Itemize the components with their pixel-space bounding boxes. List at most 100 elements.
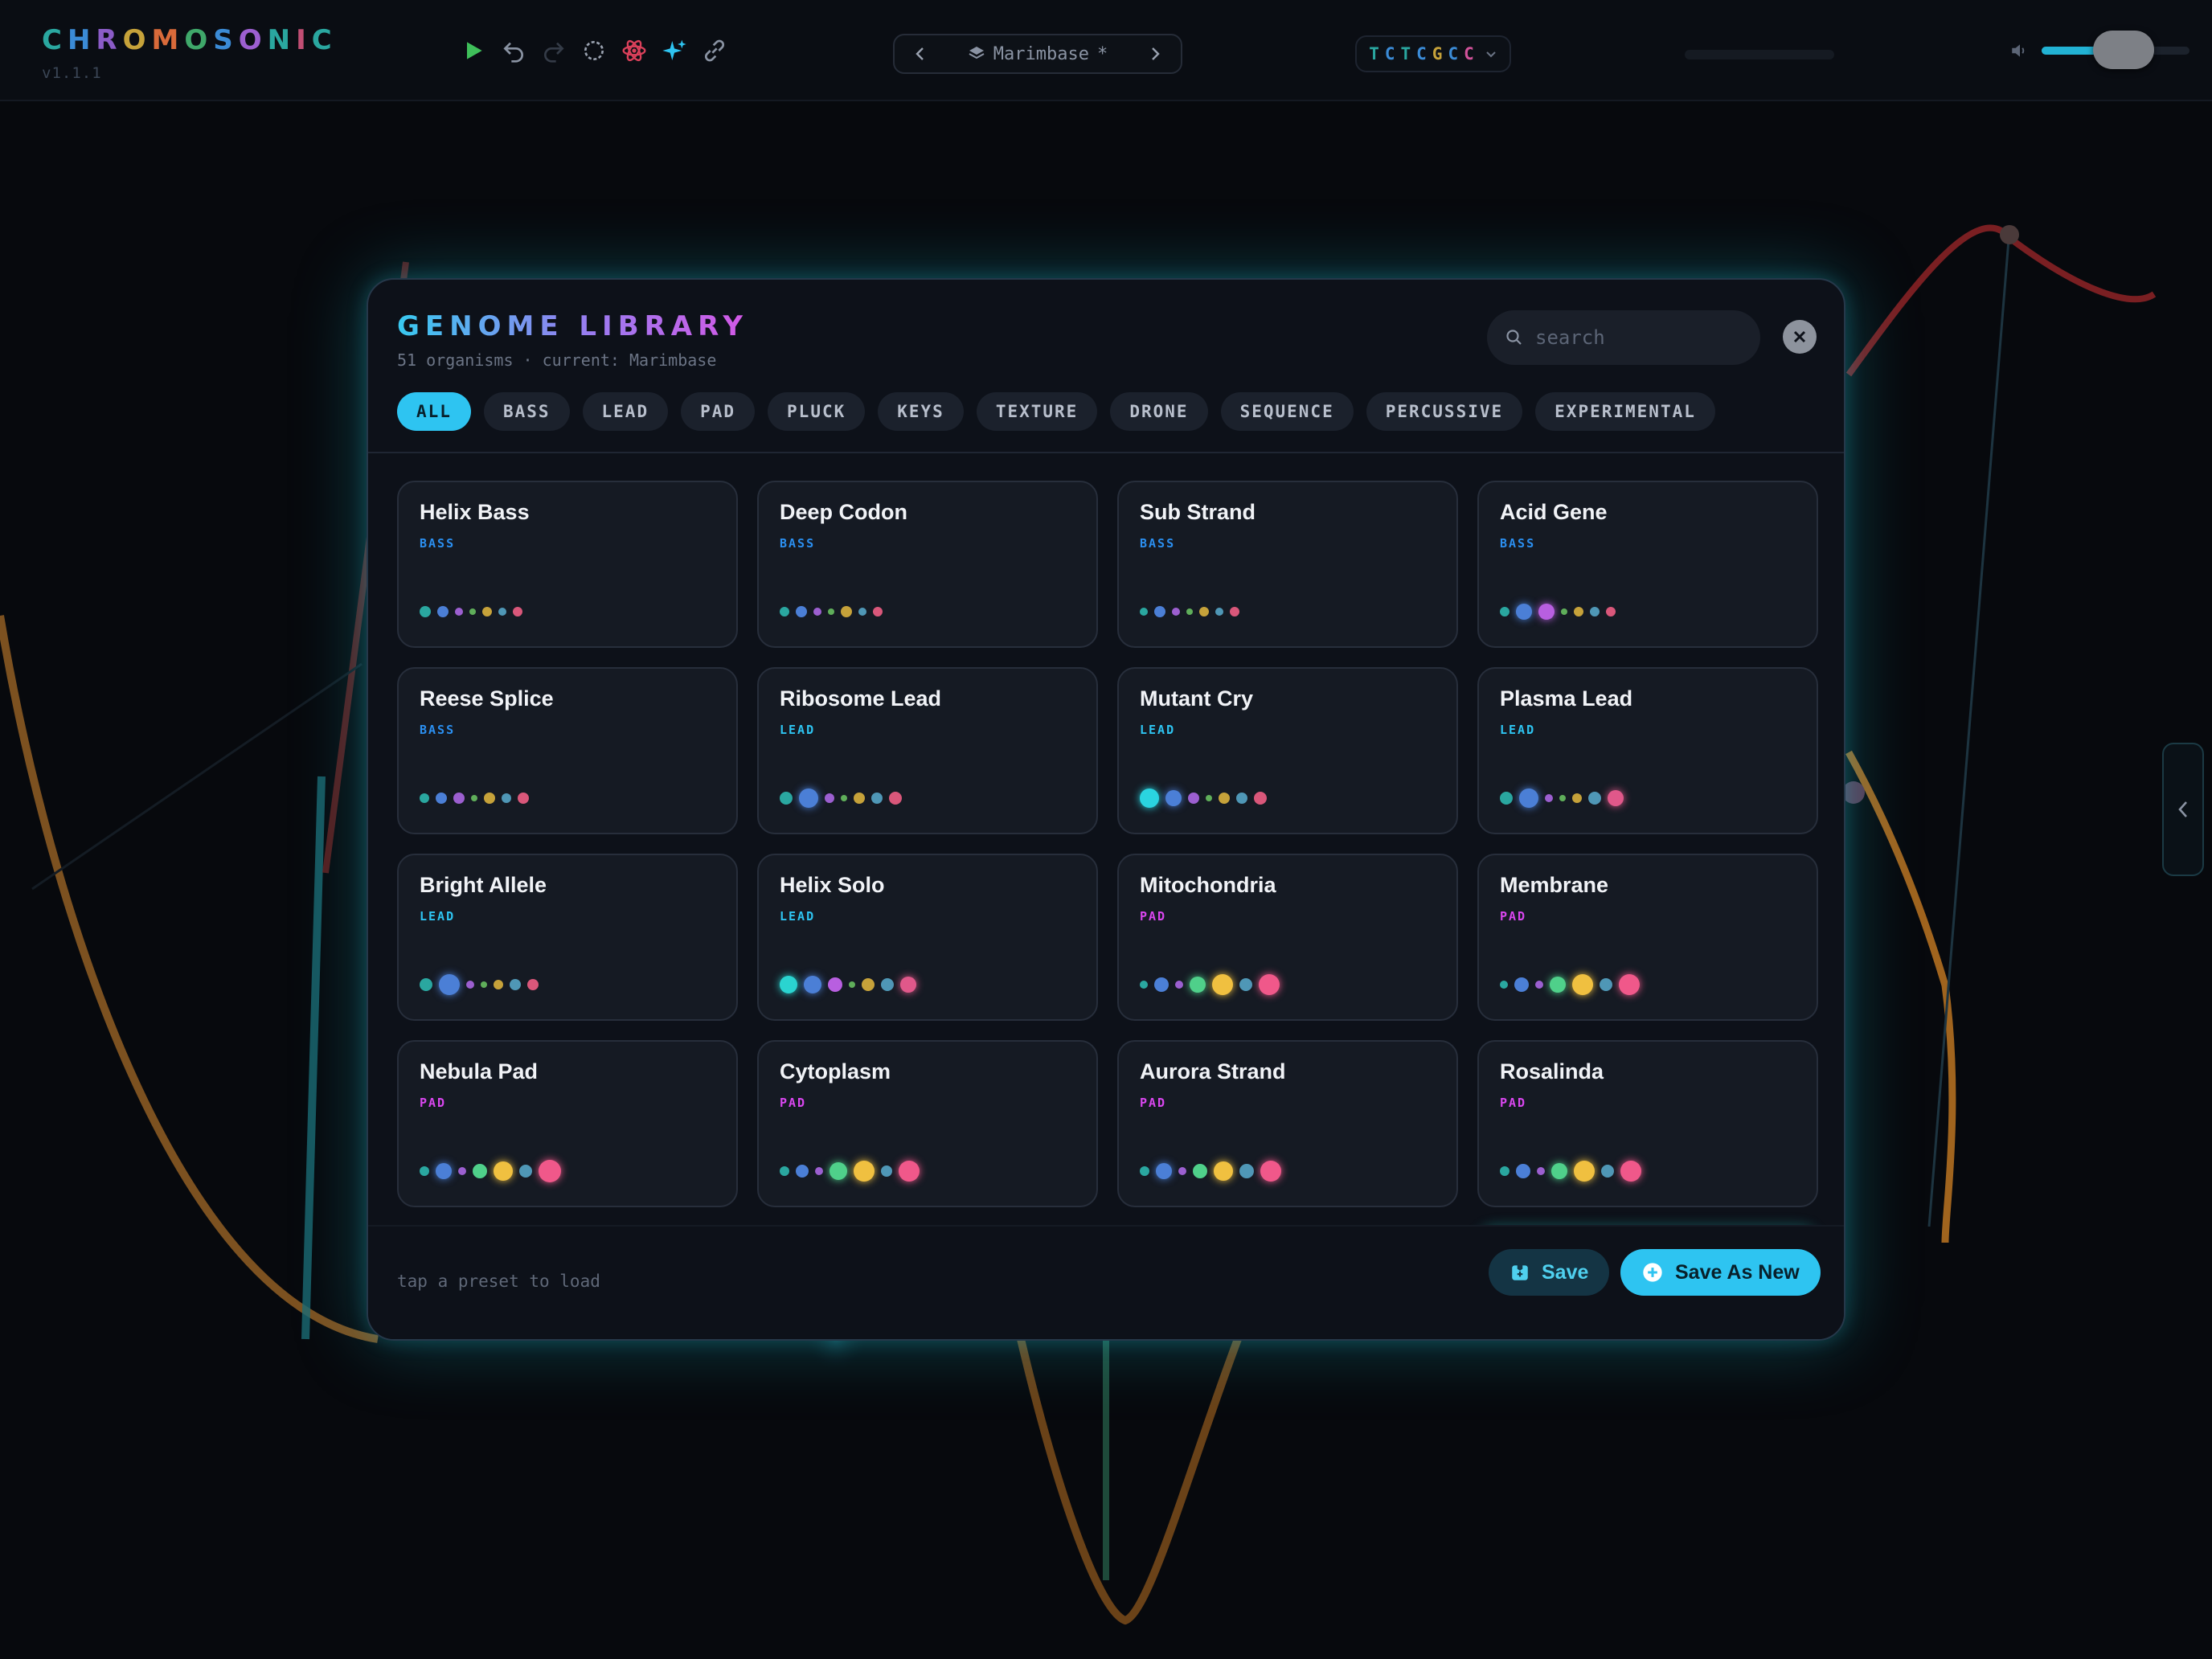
preset-category: BASS	[780, 536, 816, 551]
save-as-new-button[interactable]: Save As New	[1620, 1249, 1821, 1296]
gene-dot	[1537, 1167, 1545, 1175]
playback-progress	[1685, 50, 1834, 59]
gene-dot	[1254, 792, 1267, 805]
gene-dot	[841, 606, 852, 617]
preset-card[interactable]: Mitochondria PAD	[1117, 854, 1458, 1021]
preset-name: Sub Strand	[1140, 500, 1256, 524]
gene-dot	[828, 977, 842, 992]
speaker-icon	[2012, 44, 2025, 57]
filter-chip-all[interactable]: ALL	[397, 392, 471, 431]
gene-dot	[1236, 793, 1247, 804]
preset-category: BASS	[420, 536, 456, 551]
sequence-letters: TCTCGCC	[1369, 44, 1480, 63]
filter-chip-keys[interactable]: KEYS	[878, 392, 964, 431]
randomize-button[interactable]	[661, 37, 688, 64]
top-bar: CHROMOSONIC v1.1.1 Marimbase * T C T C G…	[0, 0, 2212, 101]
preset-card[interactable]: Ribosome Lead LEAD	[757, 667, 1098, 834]
gene-dot	[1574, 607, 1583, 616]
preset-card[interactable]: Membrane PAD	[1477, 854, 1818, 1021]
filter-chip-pluck[interactable]: PLUCK	[768, 392, 866, 431]
gene-dot	[881, 978, 894, 991]
logo-letter: I	[296, 24, 312, 56]
current-preset[interactable]: Marimbase *	[968, 44, 1108, 64]
gene-dot	[1559, 795, 1566, 801]
preset-category: PAD	[420, 1096, 447, 1110]
filter-chip-drone[interactable]: DRONE	[1110, 392, 1208, 431]
next-preset-button[interactable]	[1144, 43, 1166, 65]
logo-letter: M	[151, 24, 185, 56]
play-button[interactable]	[460, 37, 487, 64]
gene-dot	[796, 606, 807, 617]
gene-dot	[1606, 607, 1616, 616]
gene-dot	[458, 1167, 466, 1175]
gene-dot	[1239, 978, 1252, 991]
gene-dot	[1190, 977, 1206, 993]
gene-dot	[1215, 608, 1223, 616]
mutate-button[interactable]	[621, 37, 648, 64]
gene-dot	[841, 795, 847, 801]
gene-dot	[1175, 981, 1183, 989]
side-panel-toggle[interactable]	[2162, 743, 2204, 876]
preset-card[interactable]: Nebula Pad PAD	[397, 1040, 738, 1207]
gene-dot	[854, 793, 865, 804]
filter-chip-lead[interactable]: LEAD	[582, 392, 669, 431]
preset-grid-scroll[interactable]: Helix Bass BASS Deep Codon BASS Sub Strand BA…	[397, 481, 1828, 1235]
preset-card[interactable]: Helix Solo LEAD	[757, 854, 1098, 1021]
preset-card[interactable]: Deep Codon BASS	[757, 481, 1098, 648]
preset-card[interactable]: Helix Bass BASS	[397, 481, 738, 648]
preset-card[interactable]: Bright Allele LEAD	[397, 854, 738, 1021]
gene-dot	[1572, 793, 1582, 803]
preset-card[interactable]: Mutant Cry LEAD	[1117, 667, 1458, 834]
preset-name: Mutant Cry	[1140, 686, 1253, 711]
filter-chip-pad[interactable]: PAD	[681, 392, 756, 431]
preset-card[interactable]: Cytoplasm PAD	[757, 1040, 1098, 1207]
gene-dot	[1214, 1161, 1233, 1181]
gene-dot	[436, 1163, 452, 1179]
preset-category: LEAD	[420, 909, 456, 924]
preset-card[interactable]: Aurora Strand PAD	[1117, 1040, 1458, 1207]
preset-card[interactable]: Reese Splice BASS	[397, 667, 738, 834]
gene-dot	[510, 979, 521, 990]
sequence-base: C	[1464, 44, 1477, 63]
preset-name: Reese Splice	[420, 686, 554, 711]
sequence-base: T	[1400, 44, 1414, 63]
gene-dot	[780, 1166, 789, 1176]
gene-dot	[519, 1165, 532, 1178]
filter-chip-percussive[interactable]: PERCUSSIVE	[1366, 392, 1523, 431]
gene-dots	[1140, 600, 1239, 624]
prev-preset-button[interactable]	[909, 43, 932, 65]
volume-knob[interactable]	[2093, 31, 2155, 69]
share-link-button[interactable]	[701, 37, 728, 64]
loop-button[interactable]	[580, 37, 608, 64]
modal-subtitle: 51 organisms · current: Marimbase	[397, 350, 717, 370]
filter-chip-texture[interactable]: TEXTURE	[976, 392, 1098, 431]
gene-dot	[1500, 792, 1513, 805]
undo-icon	[503, 42, 523, 63]
preset-grid: Helix Bass BASS Deep Codon BASS Sub Strand BA…	[397, 481, 1828, 1235]
preset-card[interactable]: Plasma Lead LEAD	[1477, 667, 1818, 834]
preset-card[interactable]: Acid Gene BASS	[1477, 481, 1818, 648]
sequence-selector[interactable]: TCTCGCC	[1355, 35, 1511, 72]
gene-dot	[1154, 606, 1165, 617]
atom-icon	[622, 39, 646, 62]
gene-dot	[825, 793, 834, 803]
gene-dots	[1500, 786, 1624, 810]
save-button[interactable]: Save	[1489, 1249, 1610, 1296]
close-button[interactable]	[1783, 320, 1817, 354]
logo-letter: O	[184, 24, 214, 56]
filter-chip-experimental[interactable]: EXPERIMENTAL	[1535, 392, 1715, 431]
undo-button[interactable]	[500, 37, 527, 64]
preset-card[interactable]: Rosalinda PAD	[1477, 1040, 1818, 1207]
preset-category: PAD	[1500, 1096, 1527, 1110]
preset-category: LEAD	[1140, 723, 1176, 737]
volume-slider[interactable]	[2042, 31, 2189, 69]
gene-dot	[1165, 790, 1182, 806]
search-input[interactable]	[1535, 326, 1728, 349]
filter-chip-bass[interactable]: BASS	[483, 392, 570, 431]
redo-button[interactable]	[540, 37, 567, 64]
filter-chip-sequence[interactable]: SEQUENCE	[1220, 392, 1354, 431]
gene-dot	[1550, 977, 1566, 993]
preset-card[interactable]: Sub Strand BASS	[1117, 481, 1458, 648]
preset-name: Bright Allele	[420, 873, 547, 897]
gene-dot	[889, 792, 902, 805]
